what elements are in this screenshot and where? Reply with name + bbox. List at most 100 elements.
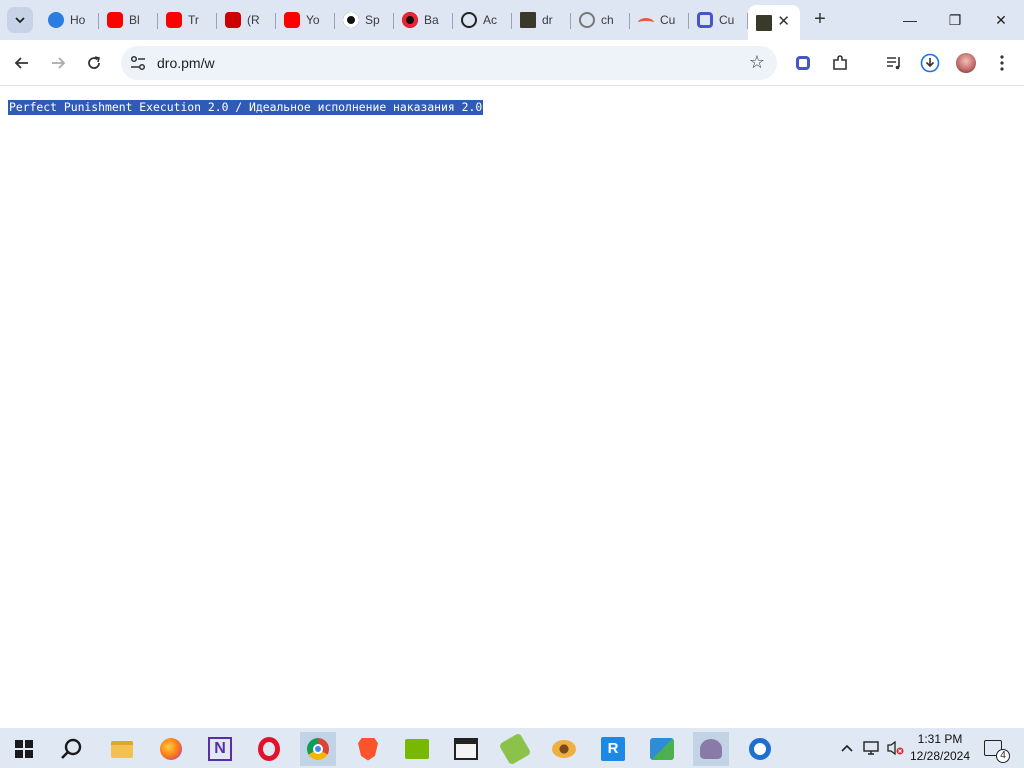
tab-title: Yo — [306, 13, 320, 27]
show-hidden-icons-button[interactable] — [838, 728, 856, 768]
tab-10[interactable]: ch — [571, 5, 630, 35]
close-tab-icon[interactable]: ✕ — [777, 12, 790, 30]
download-icon — [920, 53, 940, 73]
new-tab-button[interactable]: + — [809, 8, 831, 30]
page-content: Perfect Punishment Execution 2.0 / Идеал… — [0, 87, 1024, 728]
youtube-icon — [284, 12, 300, 28]
tab-8[interactable]: Ac — [453, 5, 512, 35]
address-bar[interactable]: dro.pm/w ☆ — [121, 46, 777, 80]
taskbar-clapper-app[interactable] — [448, 732, 484, 766]
chevron-down-icon — [15, 17, 25, 24]
tab-11[interactable]: Cu — [630, 5, 689, 35]
extensions-button[interactable] — [828, 51, 852, 75]
restore-icon: ❐ — [948, 11, 962, 28]
volume-muted-icon — [887, 740, 904, 756]
start-icon — [15, 740, 33, 758]
tab-7[interactable]: Ba — [394, 5, 453, 35]
nvidia-icon — [405, 739, 429, 759]
tab-title: Ba — [424, 13, 439, 27]
taskbar-blue-app[interactable] — [742, 732, 778, 766]
restore-button[interactable]: ❐ — [940, 8, 970, 32]
opera-icon — [258, 737, 280, 761]
profile-button[interactable] — [954, 51, 978, 75]
taskbar-nvidia[interactable] — [399, 732, 435, 766]
clapper-icon — [454, 738, 478, 760]
notification-center-button[interactable]: 4 — [980, 728, 1010, 768]
network-app-icon — [650, 738, 674, 760]
taskbar-network-app[interactable] — [644, 732, 680, 766]
taskbar-rs-app[interactable]: R — [595, 732, 631, 766]
site-info-icon[interactable] — [129, 54, 147, 72]
edge-like-icon — [749, 738, 771, 760]
file-explorer-icon — [111, 740, 133, 758]
bird-icon — [48, 12, 64, 28]
taskbar-search-button[interactable] — [54, 732, 90, 766]
tab-active[interactable]: ✕ — [748, 5, 800, 40]
close-icon: ✕ — [995, 11, 1007, 28]
copilot-extension-button[interactable] — [791, 51, 815, 75]
notification-icon: 4 — [984, 740, 1010, 763]
rainbow-icon — [638, 17, 654, 27]
forward-button[interactable] — [46, 51, 70, 75]
taskbar-eye-app[interactable] — [546, 732, 582, 766]
chrome-icon — [307, 738, 329, 760]
tab-search-button[interactable] — [7, 7, 33, 33]
taskbar-file-explorer[interactable] — [104, 732, 140, 766]
notification-count-badge: 4 — [996, 749, 1010, 763]
youtube-icon — [225, 12, 241, 28]
tab-6[interactable]: Sp — [335, 5, 394, 35]
taskbar-chrome[interactable] — [300, 732, 336, 766]
tab-2[interactable]: Bl — [99, 5, 158, 35]
menu-button[interactable] — [990, 51, 1014, 75]
forward-arrow-icon — [52, 57, 66, 69]
url-text[interactable]: dro.pm/w — [157, 55, 215, 71]
kebab-menu-icon — [1000, 55, 1004, 71]
puzzle-icon — [833, 55, 847, 70]
chevron-up-icon — [841, 744, 853, 752]
taskbar-firefox[interactable] — [153, 732, 189, 766]
minimize-button[interactable]: — — [895, 8, 925, 32]
back-button[interactable] — [10, 51, 34, 75]
copilot-icon — [796, 56, 810, 70]
spotify-like-icon — [343, 12, 359, 28]
tab-title: Ac — [483, 13, 498, 27]
reload-button[interactable] — [82, 51, 106, 75]
tab-title: Cu — [660, 13, 676, 27]
close-window-button[interactable]: ✕ — [986, 8, 1016, 32]
chrome-icon-center — [313, 744, 323, 754]
tab-3[interactable]: Tr — [158, 5, 217, 35]
tab-9[interactable]: dr — [512, 5, 571, 35]
search-icon — [61, 738, 82, 759]
bookmark-star-icon[interactable]: ☆ — [749, 52, 765, 73]
rs-app-icon: R — [601, 737, 625, 761]
site-favicon-icon — [520, 12, 536, 28]
tab-12[interactable]: Cu — [689, 5, 748, 35]
downloads-button[interactable] — [918, 51, 942, 75]
start-button[interactable] — [6, 732, 42, 766]
network-tray-button[interactable] — [860, 728, 882, 768]
tab-4[interactable]: (R — [217, 5, 276, 35]
music-queue-icon — [887, 57, 900, 70]
tab-title: ch — [601, 13, 614, 27]
openai-icon — [461, 12, 477, 28]
taskbar-n-app[interactable]: N — [202, 732, 238, 766]
avatar — [956, 53, 976, 73]
taskbar-ghost-app[interactable] — [693, 732, 729, 766]
taskbar-brave[interactable] — [350, 732, 386, 766]
taskbar-pea-app[interactable] — [497, 732, 533, 766]
reload-icon — [88, 56, 100, 69]
taskbar-clock[interactable]: 1:31 PM 12/28/2024 — [904, 731, 976, 765]
tab-1[interactable]: Ho — [40, 5, 99, 35]
media-controls-button[interactable] — [882, 51, 906, 75]
tab-title: (R — [247, 13, 260, 27]
tab-5[interactable]: Yo — [276, 5, 335, 35]
tab-title: Tr — [188, 13, 199, 27]
clock-date: 12/28/2024 — [909, 749, 971, 763]
browser-toolbar: dro.pm/w ☆ — [0, 40, 1024, 86]
selected-title-text[interactable]: Perfect Punishment Execution 2.0 / Идеал… — [8, 100, 484, 115]
volume-tray-button[interactable] — [884, 728, 906, 768]
record-icon — [402, 12, 418, 28]
tab-title: Cu — [719, 13, 735, 27]
taskbar-opera[interactable] — [251, 732, 287, 766]
ghost-app-icon — [700, 739, 722, 759]
